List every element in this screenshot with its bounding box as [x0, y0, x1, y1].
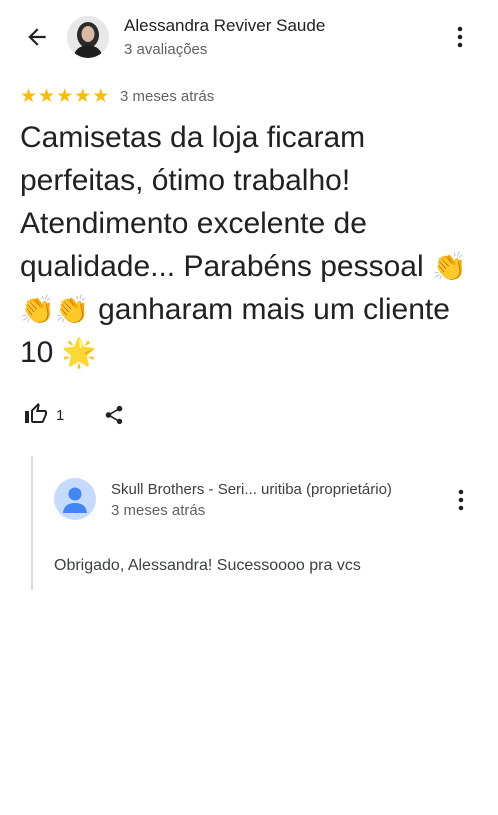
review-text: Camisetas da loja ficaram perfeitas, óti…: [20, 116, 480, 374]
reviewer-name[interactable]: Alessandra Reviver Saude: [124, 16, 325, 36]
review-date: 3 meses atrás: [120, 88, 215, 105]
glowing-star-emoji: 🌟: [61, 336, 97, 369]
like-count: 1: [56, 407, 65, 424]
star-icon: ★: [92, 86, 110, 107]
reply-text: Obrigado, Alessandra! Sucessoooo pra vcs: [54, 557, 361, 574]
reviewer-avatar[interactable]: [67, 16, 109, 58]
more-options-button[interactable]: [448, 22, 472, 52]
star-icon: ★: [56, 86, 74, 107]
more-vert-icon: [457, 26, 463, 48]
share-button[interactable]: [100, 401, 128, 429]
reviewer-photo: [67, 16, 109, 58]
review-count: 3 avaliações: [124, 41, 208, 58]
share-icon: [105, 405, 123, 425]
back-button[interactable]: [22, 22, 52, 52]
reply-divider: [31, 456, 33, 590]
reply-date: 3 meses atrás: [111, 502, 206, 519]
owner-name: Skull Brothers - Seri... uritiba (propri…: [111, 481, 392, 498]
star-icon: ★: [20, 86, 38, 107]
thumb-up-icon: [25, 403, 47, 423]
owner-avatar[interactable]: [54, 478, 96, 520]
reply-more-options-button[interactable]: [450, 486, 472, 514]
like-button[interactable]: [22, 399, 50, 429]
arrow-left-icon: [28, 28, 46, 46]
star-icon: ★: [38, 86, 56, 107]
review-text-part: Camisetas da loja ficaram perfeitas, óti…: [20, 121, 432, 283]
more-vert-icon: [458, 489, 464, 511]
star-rating: ★ ★ ★ ★ ★: [20, 87, 109, 107]
person-icon: [63, 487, 87, 513]
star-icon: ★: [74, 86, 92, 107]
